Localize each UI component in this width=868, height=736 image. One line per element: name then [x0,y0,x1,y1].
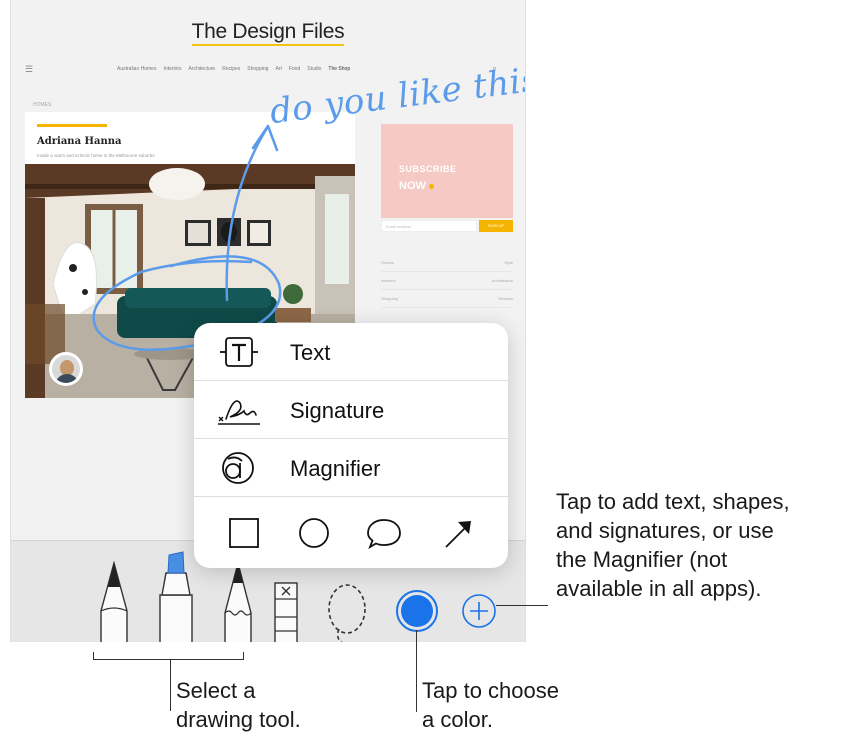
speech-bubble-icon[interactable] [366,515,402,551]
menu-item-magnifier[interactable]: Magnifier [194,439,508,497]
list-item[interactable]: Shopping Recipes [381,290,513,308]
color-picker-button[interactable] [395,589,439,633]
shape-picker [194,497,508,568]
nav-item[interactable]: The Shop [328,66,350,72]
menu-item-label: Text [290,340,331,365]
nav-item[interactable]: Australian Homes [117,66,156,72]
ad-title: SUBSCRIBE [399,164,457,174]
marker-icon[interactable] [156,551,196,642]
add-menu-popover: Text Signature Magnifier [194,323,508,568]
callout-line-add [496,605,548,606]
list-item[interactable]: Homes Style [381,254,513,272]
callout-bracket-right [243,652,244,660]
callout-add: Tap to add text, shapes, and signatures,… [556,489,790,601]
pen-icon[interactable] [97,561,131,642]
menu-item-text[interactable]: Text [194,323,508,381]
nav-item[interactable]: Studio [307,66,321,72]
nav-item[interactable]: Architecture [189,66,216,72]
accent-rule [37,124,107,127]
site-title[interactable]: The Design Files [11,20,525,46]
nav-item[interactable]: Recipes [222,66,240,72]
list-item-label: Style [504,260,513,265]
eraser-icon[interactable] [273,581,299,642]
callout-tool: Select a drawing tool. [176,678,301,732]
article-author: Adriana Hanna [37,136,122,147]
ad-cta: NOW [399,180,434,192]
article-subtitle: Inside a warm and eclectic home in the M… [37,153,155,158]
list-item[interactable]: Interiors Architecture [381,272,513,290]
callout-line-color [416,630,417,712]
ad-cta-text: NOW [399,180,426,192]
breadcrumb[interactable]: HOMES [33,102,51,108]
ad-banner[interactable]: SUBSCRIBE NOW [381,124,513,218]
site-title-text[interactable]: The Design Files [191,20,345,46]
plus-icon[interactable] [461,593,497,629]
nav-item[interactable]: Food [289,66,300,72]
nav-item[interactable]: Shopping [247,66,268,72]
magnifier-icon [222,452,254,484]
list-item-label: Homes [381,260,394,265]
menu-item-signature[interactable]: Signature [194,381,508,439]
avatar[interactable] [49,352,83,386]
list-item-label: Architecture [491,278,513,283]
menu-item-label: Signature [290,398,385,423]
signature-icon [218,400,260,425]
pencil-icon[interactable] [221,561,255,642]
site-nav: Australian Homes Interiors Architecture … [117,66,350,72]
circle-icon[interactable] [296,515,332,551]
list-item-label: Interiors [381,278,396,283]
callout-bracket-base [93,659,244,660]
callout-line-tool [170,659,171,711]
callout-color: Tap to choose a color. [422,678,559,732]
arrow-icon[interactable] [440,515,476,551]
sidebar-list: Homes Style Interiors Architecture Shoppin… [381,254,513,308]
email-field[interactable]: Email address [381,220,477,232]
menu-icon[interactable]: ☰ [25,64,33,75]
signup-button[interactable]: SIGN UP [479,220,513,232]
text-box-icon [220,337,258,367]
list-item-label: Recipes [498,296,513,301]
lasso-icon[interactable] [325,581,369,642]
menu-item-label: Magnifier [290,456,381,481]
square-icon[interactable] [226,515,262,551]
list-item-label: Shopping [381,296,398,301]
nav-item[interactable]: Interiors [163,66,181,72]
nav-item[interactable]: Art [275,66,281,72]
